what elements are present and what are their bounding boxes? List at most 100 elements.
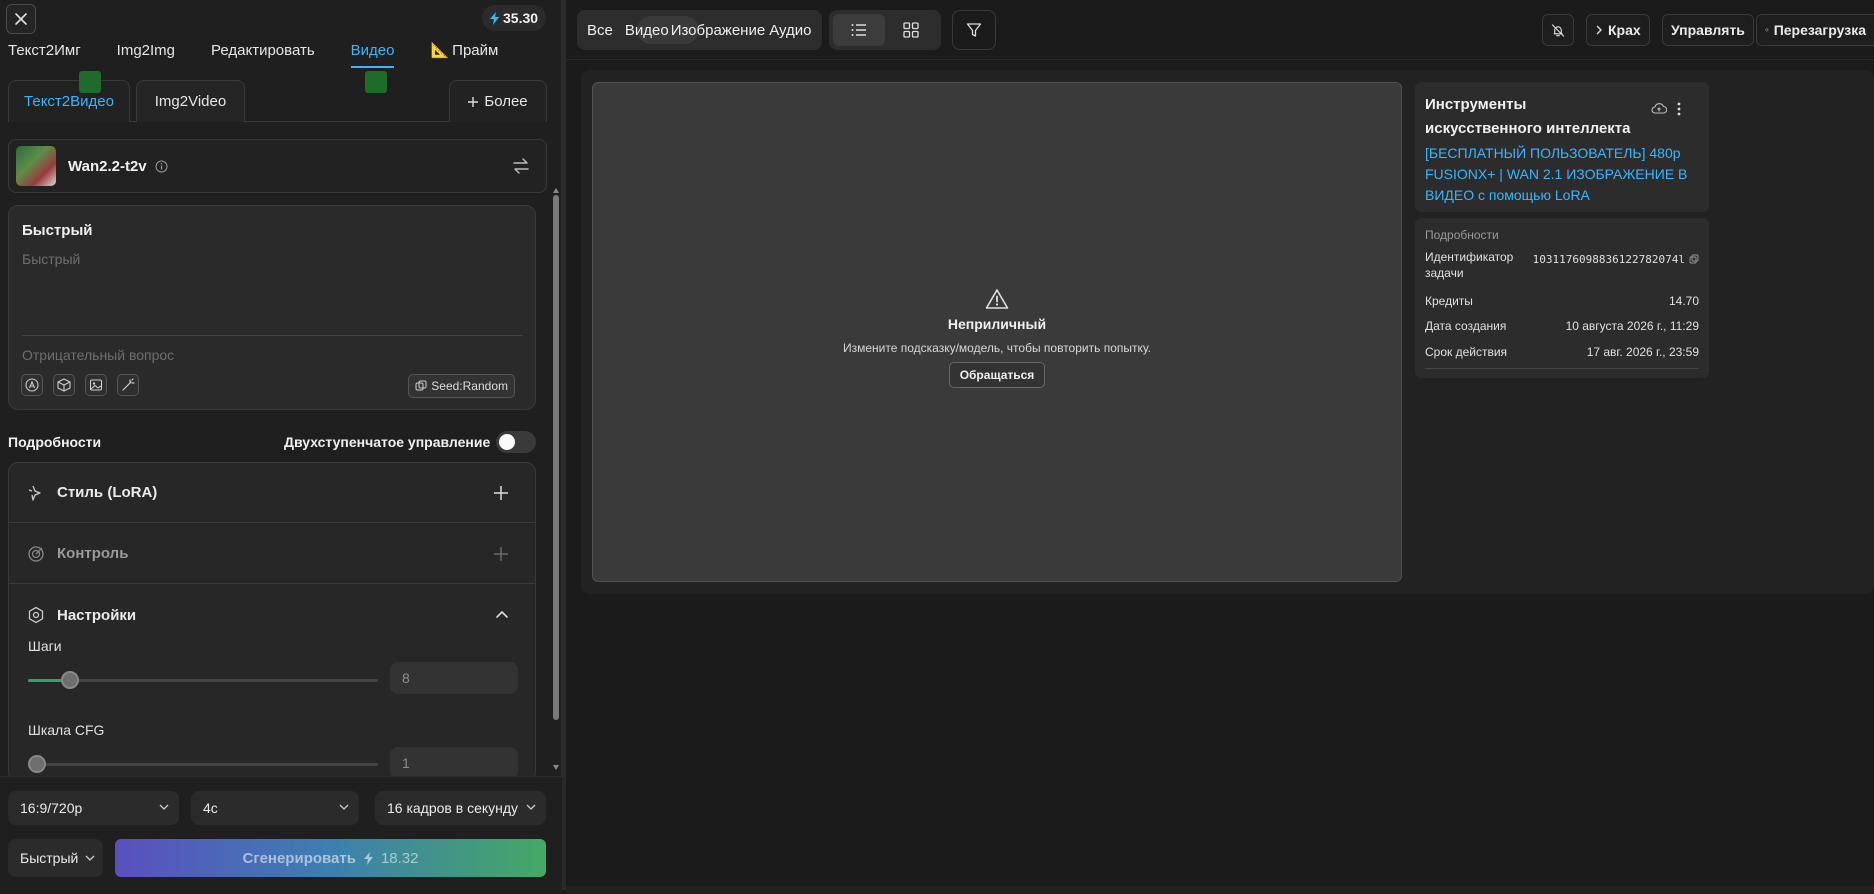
filter-all[interactable]: Все [587, 22, 613, 39]
add-control-icon[interactable] [493, 546, 509, 562]
task-id-value: 1031176098836122782074l [1532, 253, 1685, 266]
aspect-value: 16:9/720p [20, 800, 83, 816]
bottom-strip [566, 886, 1874, 894]
filter-video[interactable]: Видео [625, 22, 669, 39]
mode-dropdown[interactable]: Быстрый [8, 839, 103, 877]
magic-wand-icon [122, 378, 135, 391]
settings-row[interactable]: Настройки [9, 585, 535, 645]
tab-prime[interactable]: 📐 Прайм [430, 40, 498, 68]
chevron-down-icon [85, 855, 95, 861]
results-toolbar: Все Видео Изображение Аудио Крах Управля… [566, 0, 1874, 60]
chevron-down-icon [159, 804, 169, 810]
copy-icon[interactable] [1689, 254, 1699, 264]
tab-img2video[interactable]: Img2Video [136, 71, 387, 122]
error-title: Неприличный [947, 316, 1047, 332]
crash-button[interactable]: Крах [1586, 14, 1650, 46]
auto-prompt-button[interactable] [21, 374, 43, 396]
filter-image[interactable]: Изображение [671, 22, 766, 39]
credits-used-value: 14.70 [1668, 294, 1699, 308]
steps-slider-handle[interactable] [61, 671, 79, 689]
details-title: Подробности [1425, 228, 1499, 242]
tab-text2img[interactable]: Текст2Имг [8, 40, 81, 68]
tab-thumbnail [79, 71, 101, 93]
steps-value-input[interactable]: 8 [390, 662, 518, 694]
tab-text2video[interactable]: Текст2Видео [8, 71, 130, 122]
generate-button[interactable]: Сгенерировать 18.32 [115, 839, 546, 877]
mode-value: Быстрый [20, 850, 79, 866]
view-toggle-group [829, 10, 941, 50]
seed-icon [415, 380, 427, 391]
settings-label: Настройки [57, 606, 137, 624]
tab-thumbnail [365, 71, 387, 93]
style-lora-row[interactable]: Стиль (LoRA) [9, 463, 535, 523]
cfg-slider[interactable] [28, 755, 378, 773]
add-style-icon[interactable] [493, 485, 509, 501]
dice-icon [57, 378, 71, 392]
credits-badge[interactable]: 35.30 [482, 5, 547, 31]
tab-video[interactable]: Видео [350, 40, 395, 68]
steps-slider[interactable] [28, 671, 378, 689]
tab-label: Img2Video [154, 93, 227, 110]
swap-icon[interactable] [512, 157, 530, 175]
filter-audio[interactable]: Аудио [769, 22, 811, 39]
duration-dropdown[interactable]: 4с [191, 791, 359, 825]
generate-bar: 16:9/720p 4с 16 кадров в секунду Быстрый… [0, 776, 562, 894]
fps-dropdown[interactable]: 16 кадров в секунду [375, 791, 546, 825]
lightning-icon [363, 851, 373, 865]
list-view-button[interactable] [833, 14, 885, 46]
lightning-icon [490, 11, 499, 25]
tab-label: Видео [350, 42, 395, 59]
fps-value: 16 кадров в секунду [387, 800, 519, 816]
task-info-card: Инструменты искусственного интеллекта [Б… [1415, 82, 1709, 212]
prompt-divider [22, 335, 523, 336]
scroll-down-icon[interactable] [553, 765, 559, 770]
created-label: Дата создания [1425, 319, 1507, 333]
seed-button[interactable]: Seed:Random [408, 374, 515, 398]
cloud-upload-icon[interactable] [1651, 102, 1667, 114]
filter-button[interactable] [952, 10, 996, 50]
chevron-up-icon[interactable] [495, 607, 509, 621]
model-link[interactable]: [БЕСПЛАТНЫЙ ПОЛЬЗОВАТЕЛЬ] 480p FUSIONX+ … [1425, 143, 1701, 206]
error-subtitle: Измените подсказку/модель, чтобы повтори… [843, 341, 1151, 355]
ruler-icon: 📐 [430, 42, 450, 59]
tab-label: Прайм [452, 42, 499, 59]
prompt-input[interactable]: Быстрый [22, 251, 80, 267]
close-button[interactable] [6, 4, 36, 34]
model-thumbnail [16, 146, 56, 186]
left-scrollbar[interactable] [553, 195, 559, 720]
video-preview[interactable]: Неприличный Измените подсказку/модель, ч… [592, 82, 1402, 582]
reload-label: Перезагрузка [1773, 22, 1866, 38]
reload-button[interactable]: Перезагрузка [1756, 14, 1874, 46]
sparkle-icon [28, 485, 41, 501]
plus-icon [468, 96, 479, 107]
scroll-up-icon[interactable] [553, 188, 559, 193]
cfg-value-input[interactable]: 1 [390, 747, 518, 776]
contact-button[interactable]: Обращаться [948, 362, 1046, 388]
more-button[interactable]: Более [449, 80, 547, 122]
more-vertical-icon[interactable] [1677, 102, 1681, 116]
aspect-dropdown[interactable]: 16:9/720p [8, 791, 179, 825]
expires-value: 17 авг. 2026 г., 23:59 [1586, 345, 1699, 359]
two-step-label: Двухступенчатое управление [284, 434, 491, 450]
more-label: Более [484, 93, 528, 110]
tab-edit[interactable]: Редактировать [211, 40, 315, 68]
notifications-off-button[interactable] [1542, 14, 1574, 46]
manage-button[interactable]: Управлять [1662, 14, 1754, 46]
enhance-prompt-button[interactable] [117, 374, 139, 396]
crash-label: Крах [1608, 22, 1641, 38]
tab-img2img[interactable]: Img2Img [117, 40, 175, 68]
random-prompt-button[interactable] [53, 374, 75, 396]
expires-label: Срок действия [1425, 345, 1508, 359]
negative-prompt-input[interactable]: Отрицательный вопрос [22, 347, 174, 363]
cfg-slider-handle[interactable] [28, 755, 46, 773]
seed-label: Seed:Random [431, 379, 508, 393]
control-row[interactable]: Контроль [9, 524, 535, 584]
image-prompt-button[interactable] [85, 374, 107, 396]
two-step-toggle[interactable] [496, 431, 536, 453]
grid-view-button[interactable] [885, 14, 937, 46]
left-scroll-area[interactable]: 35.30 Текст2Имг Img2Img Редактировать Ви… [0, 0, 562, 776]
info-icon[interactable] [155, 160, 168, 173]
target-icon [28, 545, 44, 562]
funnel-icon [966, 23, 982, 37]
model-selector[interactable]: Wan2.2-t2v [8, 139, 547, 193]
